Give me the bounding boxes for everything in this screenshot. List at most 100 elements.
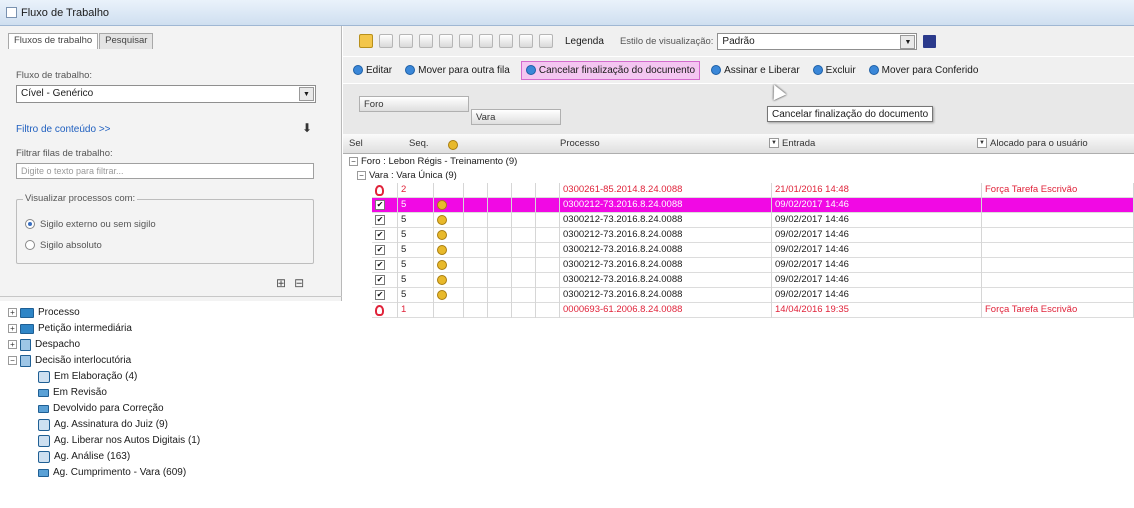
legenda-button[interactable]: Legenda — [565, 36, 604, 47]
table-row-selected[interactable]: ✔ 5 0300212-73.2016.8.24.0088 09/02/2017… — [372, 198, 1134, 213]
tree-item-peticao[interactable]: + Petição intermediária — [8, 321, 132, 336]
checkbox[interactable]: ✔ — [375, 245, 385, 255]
download-arrow-icon[interactable]: ⬇ — [302, 121, 312, 135]
checkbox[interactable]: ✔ — [375, 200, 385, 210]
table-row[interactable]: ✔ 5 0300212-73.2016.8.24.0088 09/02/2017… — [372, 228, 1134, 243]
tab-pesquisar[interactable]: Pesquisar — [99, 33, 154, 49]
cell-checkbox[interactable]: ✔ — [372, 258, 398, 273]
cancel-icon — [525, 65, 536, 75]
cell-processo[interactable]: 0000693-61.2006.8.24.0088 — [560, 303, 772, 318]
table-row[interactable]: ✔ 5 0300212-73.2016.8.24.0088 09/02/2017… — [372, 273, 1134, 288]
collapse-icon[interactable]: − — [349, 156, 358, 166]
table-row[interactable]: ✔ 5 0300212-73.2016.8.24.0088 09/02/2017… — [372, 243, 1134, 258]
cell-flag — [536, 288, 560, 303]
cell-checkbox[interactable]: ✔ — [372, 288, 398, 303]
group-chip-vara[interactable]: Vara — [471, 109, 561, 125]
radio-sigilo-externo[interactable]: Sigilo externo ou sem sigilo — [25, 217, 285, 231]
table-row[interactable]: ✔ 5 0300212-73.2016.8.24.0088 09/02/2017… — [372, 213, 1134, 228]
columns-icon[interactable] — [419, 34, 433, 48]
cell-flag — [464, 243, 488, 258]
expand-icon[interactable]: + — [8, 324, 17, 333]
cell-processo[interactable]: 0300212-73.2016.8.24.0088 — [560, 228, 772, 243]
mover-conferido-button[interactable]: Mover para Conferido — [867, 62, 981, 79]
checkbox[interactable]: ✔ — [375, 260, 385, 270]
fluxo-select[interactable]: Cível - Genérico ▼ — [16, 85, 316, 103]
tree-item-ag-assinatura[interactable]: Ag. Assinatura do Juiz (9) — [38, 417, 168, 432]
expand-icon[interactable]: + — [8, 308, 17, 317]
checkbox[interactable]: ✔ — [375, 230, 385, 240]
cell-checkbox[interactable]: ✔ — [372, 213, 398, 228]
cell-checkbox[interactable]: ✔ — [372, 228, 398, 243]
assinar-liberar-button[interactable]: Assinar e Liberar — [709, 62, 802, 79]
estilo-select[interactable]: Padrão ▼ — [717, 32, 918, 50]
collapse-all-icon[interactable]: ⊟ — [294, 276, 304, 290]
tree-item-ag-liberar[interactable]: Ag. Liberar nos Autos Digitais (1) — [38, 433, 200, 448]
group-row-vara[interactable]: − Vara : Vara Única (9) — [357, 168, 1134, 182]
cell-entrada: 09/02/2017 14:46 — [772, 288, 982, 303]
filtro-conteudo-link[interactable]: Filtro de conteúdo >> — [16, 124, 111, 135]
mover-fila-button[interactable]: Mover para outra fila — [403, 62, 512, 79]
tab-fluxos[interactable]: Fluxos de trabalho — [8, 33, 99, 49]
cell-processo[interactable]: 0300212-73.2016.8.24.0088 — [560, 288, 772, 303]
editar-button[interactable]: Editar — [351, 62, 394, 79]
save-icon[interactable] — [923, 34, 937, 48]
radio-unselected-icon — [25, 240, 35, 250]
cell-processo[interactable]: 0300212-73.2016.8.24.0088 — [560, 243, 772, 258]
cell-flag — [488, 213, 512, 228]
refresh-icon[interactable] — [379, 34, 393, 48]
cell-flag — [434, 273, 464, 288]
collapse-icon[interactable]: − — [8, 356, 17, 365]
group-chip-foro[interactable]: Foro — [359, 96, 469, 112]
cell-processo[interactable]: 0300261-85.2014.8.24.0088 — [560, 183, 772, 198]
header-sel[interactable]: Sel — [349, 138, 363, 149]
collapse-icon[interactable]: − — [357, 170, 366, 180]
export-icon[interactable] — [539, 34, 553, 48]
radio-sigilo-absoluto[interactable]: Sigilo absoluto — [25, 238, 285, 252]
copy-icon[interactable] — [439, 34, 453, 48]
tree-item-em-revisao[interactable]: Em Revisão — [38, 385, 107, 400]
search-icon[interactable] — [519, 34, 533, 48]
chevron-down-icon[interactable]: ▼ — [900, 34, 916, 49]
cell-flag — [434, 258, 464, 273]
table-row[interactable]: ✔ 5 0300212-73.2016.8.24.0088 09/02/2017… — [372, 288, 1134, 303]
cancelar-finalizacao-button[interactable]: Cancelar finalização do documento — [520, 60, 701, 80]
cell-checkbox[interactable]: ✔ — [372, 243, 398, 258]
excluir-button[interactable]: Excluir — [811, 62, 858, 79]
tree-item-ag-analise[interactable]: Ag. Análise (163) — [38, 449, 130, 464]
table-row[interactable]: ✔ 5 0300212-73.2016.8.24.0088 09/02/2017… — [372, 258, 1134, 273]
cell-icon — [372, 183, 398, 198]
checkbox[interactable]: ✔ — [375, 290, 385, 300]
header-alocado-label: Alocado para o usuário — [990, 138, 1088, 149]
print-icon[interactable] — [479, 34, 493, 48]
chevron-down-icon[interactable]: ▼ — [299, 87, 314, 101]
tree-item-devolvido[interactable]: Devolvido para Correção — [38, 401, 164, 416]
visualizar-fieldset: Visualizar processos com: Sigilo externo… — [16, 193, 314, 264]
folder-open-icon[interactable] — [359, 34, 373, 48]
paste-icon[interactable] — [459, 34, 473, 48]
expand-all-icon[interactable]: ⊞ — [276, 276, 286, 290]
header-seq[interactable]: Seq. — [409, 138, 429, 149]
header-entrada[interactable]: ▼ Entrada — [769, 138, 815, 149]
filtrar-input[interactable]: Digite o texto para filtrar... — [16, 163, 314, 179]
table-row[interactable]: 2 0300261-85.2014.8.24.0088 21/01/2016 1… — [372, 183, 1134, 198]
expand-icon[interactable]: + — [8, 340, 17, 349]
tree-item-decisao[interactable]: − Decisão interlocutória — [8, 353, 131, 368]
cell-checkbox[interactable]: ✔ — [372, 273, 398, 288]
cell-processo[interactable]: 0300212-73.2016.8.24.0088 — [560, 258, 772, 273]
header-alocado[interactable]: ▼ Alocado para o usuário — [977, 138, 1088, 149]
cell-processo[interactable]: 0300212-73.2016.8.24.0088 — [560, 213, 772, 228]
checkbox[interactable]: ✔ — [375, 215, 385, 225]
tree-item-processo[interactable]: + Processo — [8, 305, 80, 320]
grid-icon[interactable] — [399, 34, 413, 48]
cell-checkbox[interactable]: ✔ — [372, 198, 398, 213]
cell-processo[interactable]: 0300212-73.2016.8.24.0088 — [560, 273, 772, 288]
table-row[interactable]: 1 0000693-61.2006.8.24.0088 14/04/2016 1… — [372, 303, 1134, 318]
tree-item-em-elaboracao[interactable]: Em Elaboração (4) — [38, 369, 137, 384]
cell-processo[interactable]: 0300212-73.2016.8.24.0088 — [560, 198, 772, 213]
print-preview-icon[interactable] — [499, 34, 513, 48]
tree-item-ag-cumprimento[interactable]: Ag. Cumprimento - Vara (609) — [38, 465, 186, 480]
header-processo[interactable]: Processo — [560, 138, 600, 149]
group-row-foro[interactable]: − Foro : Lebon Régis - Treinamento (9) — [343, 154, 1134, 168]
checkbox[interactable]: ✔ — [375, 275, 385, 285]
tree-item-despacho[interactable]: + Despacho — [8, 337, 80, 352]
